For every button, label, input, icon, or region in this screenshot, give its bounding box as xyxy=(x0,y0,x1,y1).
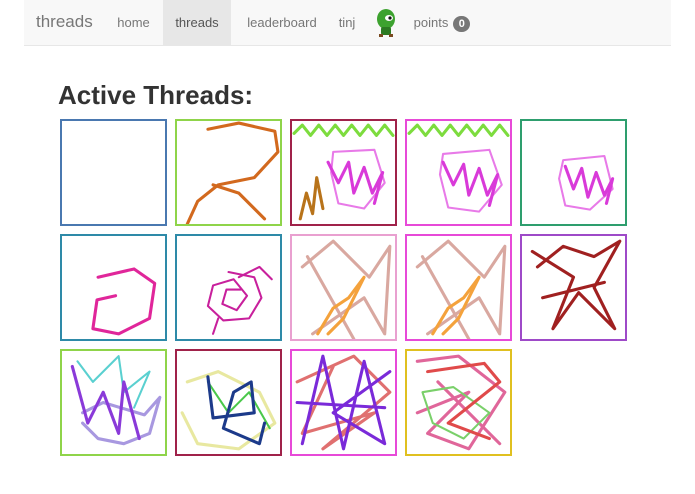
green-alien-icon[interactable] xyxy=(373,8,399,38)
thread-thumbnail[interactable] xyxy=(290,119,397,226)
thread-thumbnail[interactable] xyxy=(405,119,512,226)
page-title: Active Threads: xyxy=(58,80,254,110)
navbar: threads home threads leaderboard tinj po… xyxy=(24,0,671,46)
drawing-stroke xyxy=(298,176,325,221)
thread-drawing xyxy=(70,355,162,446)
drawing-stroke xyxy=(206,375,267,446)
drawing-stroke xyxy=(563,164,615,205)
thread-drawing xyxy=(91,267,157,336)
drawing-stroke xyxy=(415,239,507,339)
thread-drawing xyxy=(300,239,392,339)
drawing-stroke xyxy=(91,267,157,336)
drawing-stroke xyxy=(300,239,392,339)
nav-threads[interactable]: threads xyxy=(163,0,231,45)
thread-thumbnail[interactable] xyxy=(175,119,282,226)
brand-link[interactable]: threads xyxy=(36,12,93,32)
thread-thumbnail[interactable] xyxy=(520,234,627,341)
thread-drawing xyxy=(206,265,273,335)
thread-thumbnail[interactable] xyxy=(60,234,167,341)
nav-home[interactable]: home xyxy=(105,0,162,45)
drawing-stroke xyxy=(438,148,503,213)
drawing-stroke xyxy=(292,123,395,137)
drawing-stroke xyxy=(426,361,502,441)
thread-thumbnail[interactable] xyxy=(175,349,282,456)
drawing-stroke xyxy=(407,123,510,137)
nav-leaderboard[interactable]: leaderboard xyxy=(232,0,332,45)
thread-thumbnail[interactable] xyxy=(290,349,397,456)
points-badge: 0 xyxy=(453,15,471,32)
thread-thumbnail[interactable] xyxy=(520,119,627,226)
thread-drawing xyxy=(62,121,165,224)
thread-drawing xyxy=(185,121,280,224)
thread-drawing xyxy=(292,123,395,221)
thread-thumbnail[interactable] xyxy=(290,234,397,341)
thread-drawing xyxy=(530,239,622,331)
thread-drawing xyxy=(407,123,510,213)
thread-thumbnail[interactable] xyxy=(60,119,167,226)
points-label: points xyxy=(413,15,449,30)
thread-drawing xyxy=(415,354,507,451)
drawing-stroke xyxy=(76,355,151,409)
thread-thumbnail[interactable] xyxy=(175,234,282,341)
thread-drawing xyxy=(180,370,277,451)
thread-drawing xyxy=(558,154,615,211)
thread-thumbnail[interactable] xyxy=(60,349,167,456)
thread-drawing xyxy=(295,354,392,451)
drawing-stroke xyxy=(530,239,622,331)
drawing-stroke xyxy=(70,364,141,441)
nav-user-tinj[interactable]: tinj xyxy=(332,0,362,45)
thread-thumbnail[interactable] xyxy=(405,234,512,341)
nav-points[interactable]: points 0 xyxy=(409,0,475,45)
thread-drawing xyxy=(415,239,507,339)
drawing-stroke xyxy=(185,121,280,224)
drawing-stroke xyxy=(206,265,273,335)
thread-thumbnail[interactable] xyxy=(405,349,512,456)
